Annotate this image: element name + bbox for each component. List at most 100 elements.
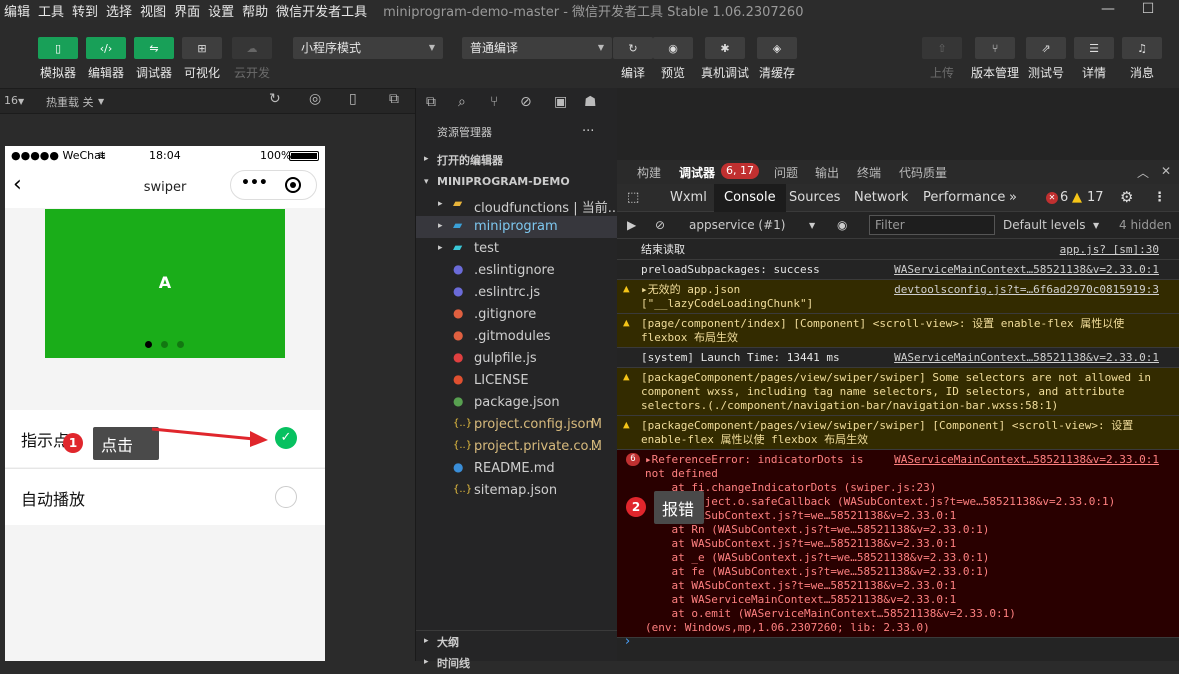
tab-build[interactable]: 构建 bbox=[637, 164, 661, 181]
file-item[interactable]: ● package.json bbox=[416, 392, 618, 414]
tab-issues[interactable]: 问题 bbox=[774, 164, 798, 181]
tab-terminal[interactable]: 终端 bbox=[857, 164, 881, 181]
chevron-up-icon[interactable]: ︿ bbox=[1137, 164, 1149, 181]
file-item[interactable]: {..} project.config.json M bbox=[416, 414, 618, 436]
gear-icon[interactable]: ⚙ bbox=[1120, 188, 1133, 206]
simulator-button[interactable]: ▯ 模拟器 bbox=[38, 37, 78, 81]
search-icon[interactable]: ⌕ bbox=[458, 94, 466, 110]
menu-select[interactable]: 选择 bbox=[102, 1, 136, 20]
menu-help[interactable]: 帮助 bbox=[238, 1, 272, 20]
indicator-dot[interactable] bbox=[177, 341, 184, 348]
close-icon[interactable]: ✕ bbox=[1161, 164, 1171, 178]
hot-reload-toggle[interactable]: 热重载 关 bbox=[46, 94, 94, 110]
compile-select[interactable]: 普通编译 ▼ bbox=[462, 37, 612, 59]
inspect-icon[interactable]: ⬚ bbox=[627, 190, 639, 205]
indicator-dot[interactable] bbox=[161, 341, 168, 348]
file-item[interactable]: ● .eslintrc.js bbox=[416, 282, 618, 304]
visual-button[interactable]: ⊞ 可视化 bbox=[182, 37, 222, 81]
editor-button[interactable]: ‹/› 编辑器 bbox=[86, 37, 126, 81]
files-icon[interactable]: ⧉ bbox=[426, 94, 436, 110]
more-tabs-icon[interactable]: » bbox=[1009, 190, 1017, 205]
clear-cache-button[interactable]: ◈ 清缓存 bbox=[757, 37, 797, 81]
menu-edit[interactable]: 编辑 bbox=[0, 1, 34, 20]
file-item[interactable]: ▸ ▰ cloudfunctions | 当前... bbox=[416, 194, 618, 216]
file-item[interactable]: ● README.md bbox=[416, 458, 618, 480]
file-item[interactable]: ▸ ▰ test bbox=[416, 238, 618, 260]
minimize-icon[interactable]: — bbox=[1090, 0, 1126, 20]
timeline-section[interactable]: ▸ 时间线 bbox=[416, 652, 618, 674]
menu-view[interactable]: 视图 bbox=[136, 1, 170, 20]
outline-section[interactable]: ▸ 大纲 bbox=[416, 630, 618, 652]
debug-icon[interactable]: ⊘ bbox=[520, 94, 532, 110]
menu-devtools[interactable]: 微信开发者工具 bbox=[272, 1, 371, 20]
menu-settings[interactable]: 设置 bbox=[204, 1, 238, 20]
tab-code-quality[interactable]: 代码质量 bbox=[899, 164, 947, 181]
rotate-icon[interactable]: ↻ bbox=[269, 91, 281, 107]
close-mini-icon[interactable] bbox=[285, 177, 301, 193]
menu-goto[interactable]: 转到 bbox=[68, 1, 102, 20]
tab-debugger[interactable]: 调试器 bbox=[679, 164, 715, 181]
battery-text: 100% bbox=[260, 149, 292, 162]
extensions-icon[interactable]: ▣ bbox=[554, 94, 567, 110]
file-item[interactable]: ● gulpfile.js bbox=[416, 348, 618, 370]
debugger-button[interactable]: ⇋ 调试器 bbox=[134, 37, 174, 81]
tab-sources[interactable]: Sources bbox=[789, 190, 840, 205]
log-source-link[interactable]: devtoolsconfig.js?t=…6f6ad2970c0815919:3 bbox=[894, 283, 1159, 297]
tab-performance[interactable]: Performance bbox=[923, 190, 1005, 205]
file-item[interactable]: {..} sitemap.json bbox=[416, 480, 618, 502]
git-icon[interactable]: ⑂ bbox=[490, 94, 498, 110]
details-button[interactable]: ☰ 详情 bbox=[1074, 37, 1114, 81]
autoplay-row[interactable]: 自动播放 bbox=[5, 468, 325, 525]
kebab-icon[interactable]: ⋮ bbox=[1153, 190, 1166, 205]
open-editors-section[interactable]: ▸ 打开的编辑器 bbox=[416, 149, 618, 171]
more-icon[interactable]: ••• bbox=[241, 175, 268, 191]
file-item[interactable]: {..} project.private.co... M bbox=[416, 436, 618, 458]
eye-icon[interactable]: ◉ bbox=[837, 218, 847, 232]
error-count[interactable]: 6 bbox=[1060, 190, 1068, 205]
tab-wxml[interactable]: Wxml bbox=[670, 190, 707, 205]
log-source-link[interactable]: WAServiceMainContext…58521138&v=2.33.0:1 bbox=[894, 351, 1159, 365]
more-icon[interactable]: ··· bbox=[582, 124, 594, 139]
log-source-link[interactable]: WAServiceMainContext…58521138&v=2.33.0:1 bbox=[894, 453, 1159, 467]
device-icon[interactable]: ▯ bbox=[349, 91, 357, 107]
test-account-button[interactable]: ⇗ 测试号 bbox=[1026, 37, 1066, 81]
tab-output[interactable]: 输出 bbox=[815, 164, 839, 181]
filter-input[interactable]: Filter bbox=[869, 215, 995, 235]
docker-icon[interactable]: ☗ bbox=[584, 94, 597, 110]
maximize-icon[interactable]: ☐ bbox=[1130, 0, 1166, 20]
clear-console-icon[interactable]: ⊘ bbox=[655, 218, 665, 232]
record-icon[interactable]: ◎ bbox=[309, 91, 321, 107]
file-item[interactable]: ● .eslintignore bbox=[416, 260, 618, 282]
window-icon[interactable]: ⧉ bbox=[389, 91, 399, 107]
tab-network[interactable]: Network bbox=[854, 190, 908, 205]
context-select[interactable]: appservice (#1) bbox=[689, 218, 785, 232]
preview-button[interactable]: ◉ 预览 bbox=[653, 37, 693, 81]
file-item[interactable]: ● LICENSE bbox=[416, 370, 618, 392]
file-item[interactable]: ● .gitmodules bbox=[416, 326, 618, 348]
warning-count[interactable]: 17 bbox=[1087, 190, 1104, 205]
levels-select[interactable]: Default levels bbox=[1003, 218, 1085, 232]
messages-button[interactable]: ♫ 消息 bbox=[1122, 37, 1162, 81]
cloud-button[interactable]: ☁ 云开发 bbox=[232, 37, 272, 81]
console-tabs: ⬚ Wxml Console Sources Network Performan… bbox=[617, 184, 1179, 212]
project-section[interactable]: ▾ MINIPROGRAM-DEMO bbox=[416, 172, 618, 194]
checkbox-checked-icon[interactable]: ✓ bbox=[275, 427, 297, 449]
upload-button[interactable]: ⇧ 上传 bbox=[922, 37, 962, 81]
checkbox-unchecked-icon[interactable] bbox=[275, 486, 297, 508]
indicator-dot-active[interactable] bbox=[145, 341, 152, 348]
swiper[interactable]: A bbox=[45, 209, 285, 358]
sidebar-toggle-icon[interactable]: ▶ bbox=[627, 218, 636, 232]
file-item[interactable]: ● .gitignore bbox=[416, 304, 618, 326]
log-source-link[interactable]: app.js? [sm]:30 bbox=[1060, 243, 1159, 257]
file-item[interactable]: ▸ ▰ miniprogram bbox=[416, 216, 618, 238]
remote-debug-button[interactable]: ✱ 真机调试 bbox=[700, 37, 750, 81]
tab-console[interactable]: Console bbox=[714, 184, 786, 212]
menu-tools[interactable]: 工具 bbox=[34, 1, 68, 20]
version-button[interactable]: ⑂ 版本管理 bbox=[968, 37, 1022, 81]
menu-interface[interactable]: 界面 bbox=[170, 1, 204, 20]
compile-button[interactable]: ↻ 编译 bbox=[613, 37, 653, 81]
file-icon: ● bbox=[453, 350, 464, 364]
zoom-select[interactable]: 16 bbox=[4, 94, 18, 107]
log-source-link[interactable]: WAServiceMainContext…58521138&v=2.33.0:1 bbox=[894, 263, 1159, 277]
mode-select[interactable]: 小程序模式 ▼ bbox=[293, 37, 443, 59]
